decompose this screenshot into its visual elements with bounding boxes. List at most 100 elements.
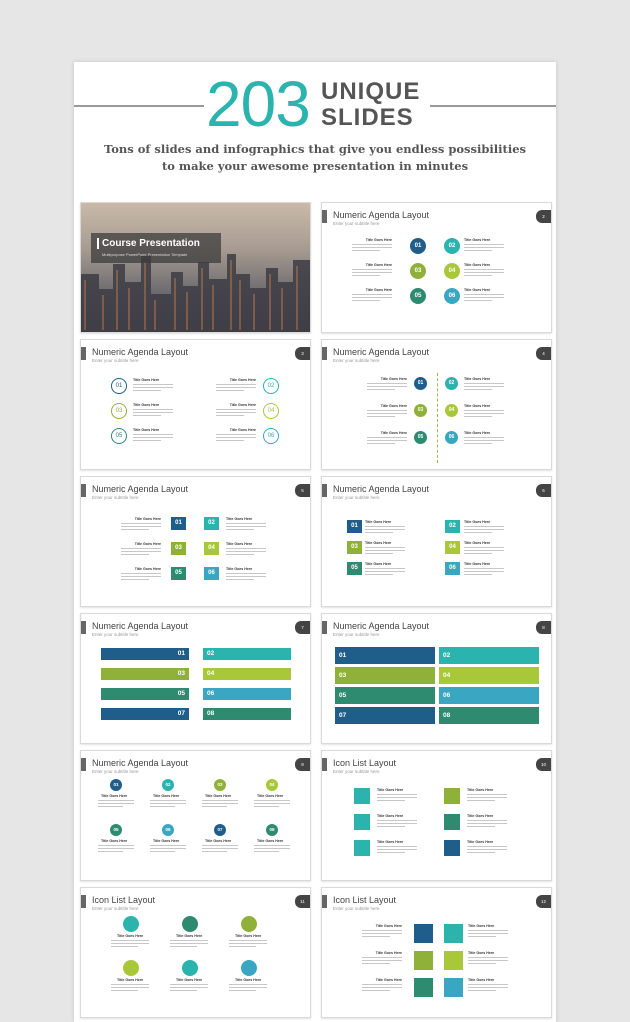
text-line — [121, 526, 161, 527]
item-title: Title Goes Here — [464, 541, 491, 545]
item-text — [254, 800, 290, 810]
text-line — [202, 800, 238, 801]
item-title: Title Goes Here — [464, 288, 491, 292]
number-square: 06 — [445, 562, 460, 575]
item-title: Title Goes Here — [205, 839, 232, 843]
text-line — [377, 846, 417, 847]
item-text — [216, 384, 256, 394]
text-line — [216, 434, 256, 435]
text-line — [133, 415, 161, 416]
icon-box — [414, 978, 433, 997]
text-line — [367, 416, 395, 417]
text-line — [121, 576, 161, 577]
text-line — [254, 806, 280, 807]
slide-thumb[interactable]: Icon List Layout Enter your subtitle here… — [321, 750, 552, 881]
number-square: 02 — [445, 520, 460, 533]
item-text — [111, 940, 149, 950]
text-line — [352, 247, 392, 248]
slide-thumb[interactable]: Icon List Layout Enter your subtitle here… — [321, 887, 552, 1018]
number-bar: 04 — [439, 667, 539, 684]
text-line — [229, 987, 267, 988]
slide-subtitle: Enter your subtitle here — [333, 221, 380, 226]
text-line — [464, 413, 504, 414]
ribbon-number: 06 — [207, 690, 215, 697]
item-text — [202, 845, 238, 855]
text-line — [365, 529, 405, 530]
slide-thumb[interactable]: Icon List Layout Enter your subtitle here… — [80, 887, 311, 1018]
title-accent — [81, 895, 86, 908]
title-accent — [81, 347, 86, 360]
text-line — [150, 845, 186, 846]
title-accent — [322, 347, 327, 360]
slide-thumb[interactable]: Numeric Agenda Layout Enter your subtitle… — [80, 476, 311, 607]
slide-thumb[interactable]: Numeric Agenda Layout Enter your subtitle… — [321, 202, 552, 333]
item-text — [352, 244, 392, 254]
text-line — [367, 383, 407, 384]
page-number: 6 — [536, 484, 551, 497]
number-ribbon: 01 — [101, 648, 189, 660]
item-title: Title Goes Here — [365, 520, 392, 524]
number-circle: 02 — [162, 779, 174, 791]
item-text — [467, 820, 507, 830]
header-subtitle-line2: to make your awesome presentation in min… — [161, 159, 469, 173]
text-line — [254, 848, 290, 849]
text-line — [467, 849, 507, 850]
item-text — [377, 846, 417, 856]
slide-thumb[interactable]: Numeric Agenda Layout Enter your subtitle… — [321, 339, 552, 470]
slide-thumb[interactable]: Numeric Agenda Layout Enter your subtitle… — [321, 476, 552, 607]
text-line — [467, 797, 507, 798]
item-title: Title Goes Here — [468, 924, 495, 928]
number-circle: 06 — [263, 428, 279, 444]
slide-thumb[interactable]: Numeric Agenda Layout Enter your subtitle… — [80, 750, 311, 881]
page-number: 10 — [536, 758, 551, 771]
text-line — [216, 415, 244, 416]
text-line — [150, 851, 176, 852]
slide-count: 203 — [206, 68, 311, 140]
item-title: Title Goes Here — [375, 951, 402, 955]
text-line — [229, 990, 256, 991]
item-title: Title Goes Here — [257, 839, 284, 843]
ribbon-number: 04 — [207, 670, 215, 677]
item-title: Title Goes Here — [226, 542, 253, 546]
number-bar: 07 — [335, 707, 435, 724]
item-text — [464, 294, 504, 304]
bar-number: 05 — [339, 692, 347, 699]
item-text — [170, 984, 208, 994]
icon-box — [414, 924, 433, 943]
text-line — [111, 984, 149, 985]
slide-subtitle: Enter your subtitle here — [92, 495, 139, 500]
number-ribbon: 04 — [203, 668, 291, 680]
slide-thumb[interactable]: Numeric Agenda Layout Enter your subtitle… — [80, 339, 311, 470]
item-title: Title Goes Here — [176, 934, 203, 938]
text-line — [367, 413, 407, 414]
slide-thumb[interactable]: Course Presentation Multipurpose PowerPoi… — [80, 202, 311, 333]
item-text — [362, 984, 402, 994]
text-line — [121, 548, 161, 549]
title-accent — [322, 621, 327, 634]
slide-thumb[interactable]: Numeric Agenda Layout Enter your subtitle… — [321, 613, 552, 744]
icon-box — [354, 840, 370, 856]
text-line — [216, 390, 244, 391]
item-text — [464, 410, 504, 420]
text-line — [352, 272, 392, 273]
item-title: Title Goes Here — [380, 431, 407, 435]
text-line — [170, 987, 208, 988]
text-line — [464, 437, 504, 438]
text-line — [464, 300, 492, 301]
slide-subtitle: Enter your subtitle here — [92, 632, 139, 637]
slide-title: Numeric Agenda Layout — [92, 484, 189, 494]
item-text — [365, 568, 405, 578]
number-ribbon: 07 — [101, 708, 189, 720]
text-line — [468, 957, 508, 958]
number-square: 01 — [171, 517, 186, 530]
text-line — [467, 846, 507, 847]
item-title: Title Goes Here — [464, 431, 491, 435]
text-line — [98, 851, 124, 852]
text-line — [133, 440, 161, 441]
number-ribbon: 03 — [101, 668, 189, 680]
text-line — [464, 550, 504, 551]
slide-thumb[interactable]: Numeric Agenda Layout Enter your subtitle… — [80, 613, 311, 744]
text-line — [464, 553, 492, 554]
item-text — [98, 845, 134, 855]
title-accent — [81, 758, 86, 771]
